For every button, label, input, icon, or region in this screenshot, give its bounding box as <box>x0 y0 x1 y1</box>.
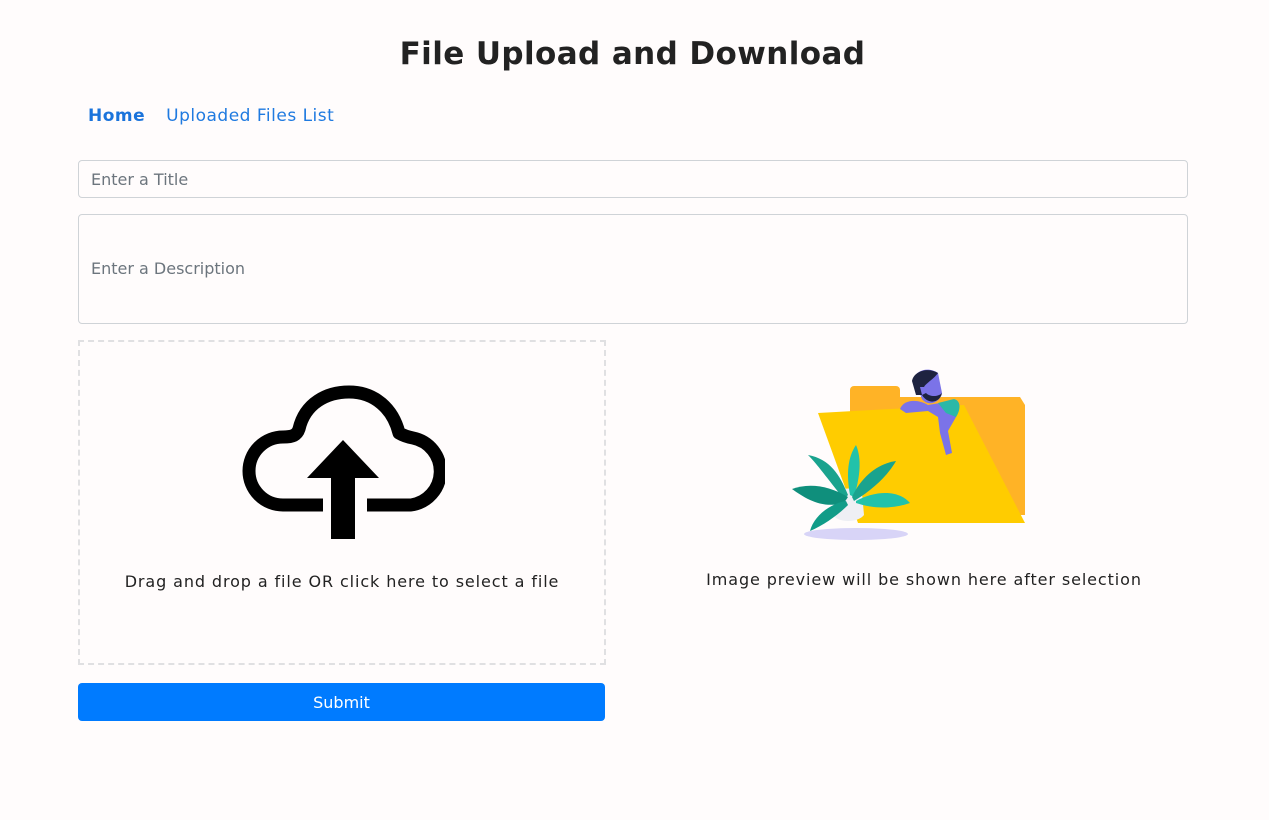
image-preview-caption: Image preview will be shown here after s… <box>706 570 1142 589</box>
title-input[interactable] <box>78 160 1188 198</box>
page-title: File Upload and Download <box>399 36 866 72</box>
folder-person-illustration <box>792 369 1025 540</box>
file-dropzone[interactable]: Drag and drop a file OR click here to se… <box>78 340 606 665</box>
dropzone-instructions: Drag and drop a file OR click here to se… <box>124 572 560 591</box>
nav-home-link[interactable]: Home <box>88 106 145 126</box>
main-nav: Home Uploaded Files List <box>88 106 334 126</box>
description-input[interactable] <box>78 214 1188 324</box>
cloud-upload-icon <box>242 385 445 539</box>
submit-button[interactable]: Submit <box>78 683 605 721</box>
nav-uploaded-files-link[interactable]: Uploaded Files List <box>166 106 334 126</box>
image-preview-area: Image preview will be shown here after s… <box>640 365 1208 605</box>
